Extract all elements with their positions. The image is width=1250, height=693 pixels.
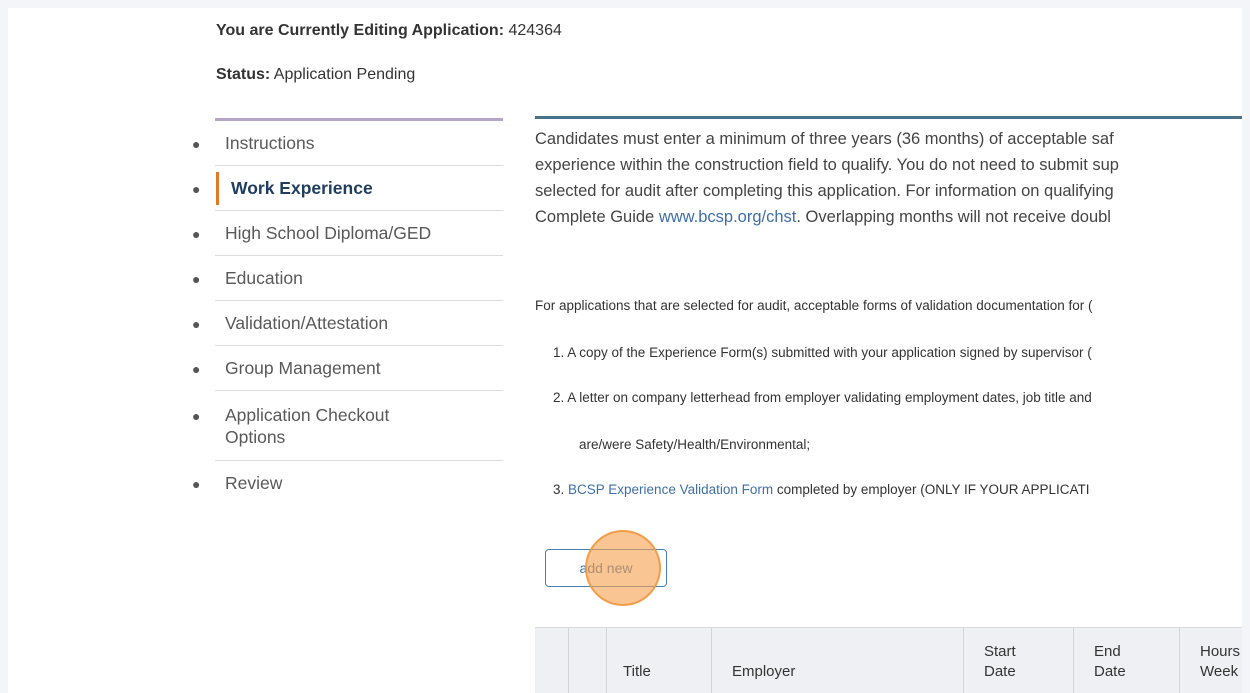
bullet-icon: ● [192,475,201,492]
col-header-end: End [1094,643,1121,660]
audit-intro: For applications that are selected for a… [535,298,1093,313]
editing-application-line: You are Currently Editing Application: 4… [216,22,562,40]
table-col-title[interactable]: Title [606,628,712,693]
active-indicator [216,172,219,205]
nav-list: ● Instructions ● Work Experience ● High … [192,121,503,506]
sidebar-item-label: Application Checkout Options [225,405,390,447]
intro-line: experience within the construction field… [535,156,1119,174]
sidebar-item-group-management[interactable]: ● Group Management [192,346,503,391]
sidebar-item-review[interactable]: ● Review [192,461,503,506]
status-value: Application Pending [273,66,416,83]
intro-text: Complete Guide [535,208,659,226]
col-header-week: Week [1200,663,1239,680]
sidebar-item-work-experience[interactable]: ● Work Experience [192,166,503,211]
sidebar-item-application-checkout-options[interactable]: ● Application Checkout Options [192,391,503,461]
intro-text: . Overlapping months will not receive do… [796,208,1111,226]
table-col-hours-week[interactable]: Hours Week [1179,628,1242,693]
sidebar-item-high-school-diploma[interactable]: ● High School Diploma/GED [192,211,503,256]
col-header-end-date: Date [1094,663,1126,680]
sidebar-item-education[interactable]: ● Education [192,256,503,301]
sidebar-item-label: Instructions [225,133,315,153]
work-experience-table-header: Title Employer Start Date End Date Hours… [535,627,1242,693]
table-col-employer[interactable]: Employer [711,628,964,693]
intro-line: Candidates must enter a minimum of three… [535,130,1114,148]
sidebar-item-label: High School Diploma/GED [225,223,432,243]
main-top-border [535,116,1242,119]
intro-line: Complete Guide www.bcsp.org/chst. Overla… [535,204,1242,230]
sidebar-item-validation-attestation[interactable]: ● Validation/Attestation [192,301,503,346]
audit-item-experience-form: 1. A copy of the Experience Form(s) subm… [553,345,1092,360]
intro-line: selected for audit after completing this… [535,182,1114,200]
editing-label: You are Currently Editing Application: [216,22,505,39]
bullet-icon: ● [192,270,201,287]
audit-item-letter: 2. A letter on company letterhead from e… [553,390,1092,405]
sidebar-item-label: Work Experience [231,178,373,198]
bullet-icon: ● [192,180,201,197]
status-label: Status: [216,66,271,83]
col-header-hours: Hours [1200,643,1241,660]
audit-item-number: 3. [553,482,569,497]
intro-paragraph: Candidates must enter a minimum of three… [535,126,1242,230]
col-header-employer: Employer [732,663,796,680]
col-header-title: Title [623,663,651,680]
sidebar-item-label: Group Management [225,358,381,378]
table-col-end-date[interactable]: End Date [1073,628,1180,693]
application-id: 424364 [508,22,562,39]
table-col-select [535,628,568,693]
col-header-start-date: Date [984,663,1016,680]
status-line: Status: Application Pending [216,66,415,84]
add-new-button[interactable]: add new [545,549,667,587]
audit-item-letter-continued: are/were Safety/Health/Environmental; [579,437,811,452]
sidebar-item-label: Validation/Attestation [225,313,389,333]
bullet-icon: ● [192,135,201,152]
audit-item-validation-form: 3. BCSP Experience Validation Form compl… [553,482,1242,497]
bullet-icon: ● [192,315,201,332]
table-col-actions [568,628,607,693]
bcsp-chst-link[interactable]: www.bcsp.org/chst [659,208,797,226]
sidebar-item-label: Review [225,473,283,493]
sidebar-item-label: Education [225,268,303,288]
sidebar-item-instructions[interactable]: ● Instructions [192,121,503,166]
table-col-start-date[interactable]: Start Date [963,628,1074,693]
bullet-icon: ● [192,407,201,424]
bcsp-validation-form-link[interactable]: BCSP Experience Validation Form [568,482,773,497]
audit-item-text: completed by employer (ONLY IF YOUR APPL… [773,482,1090,497]
col-header-start: Start [984,643,1016,660]
bullet-icon: ● [192,225,201,242]
page: You are Currently Editing Application: 4… [8,8,1242,693]
bullet-icon: ● [192,360,201,377]
